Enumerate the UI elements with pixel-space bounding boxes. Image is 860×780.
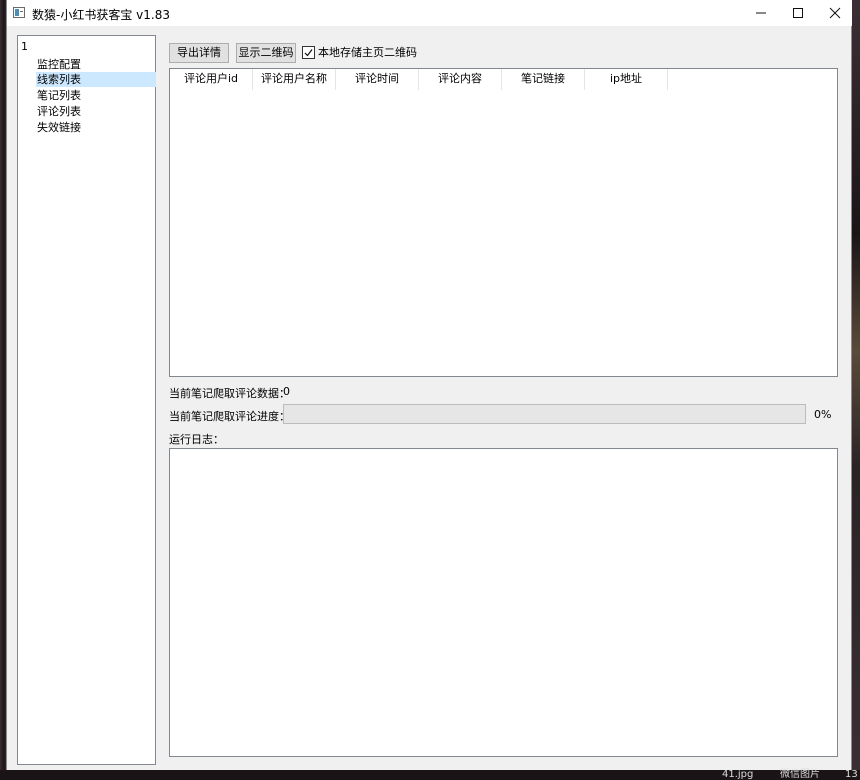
desktop-background-strip <box>852 0 860 780</box>
leads-table[interactable]: 评论用户id 评论用户名称 评论时间 评论内容 笔记链接 ip地址 <box>169 68 838 377</box>
column-header-user-id[interactable]: 评论用户id <box>170 69 253 90</box>
run-log-textarea[interactable] <box>169 448 838 757</box>
show-qrcode-button[interactable]: 显示二维码 <box>236 43 296 63</box>
column-header-comment-time[interactable]: 评论时间 <box>336 69 419 90</box>
window-title: 数猿-小红书获客宝 v1.83 <box>32 8 170 22</box>
nav-tree: 1 监控配置 线索列表 笔记列表 评论列表 失效链接 <box>17 35 156 765</box>
column-header-comment-content[interactable]: 评论内容 <box>419 69 502 90</box>
checkbox-label: 本地存储主页二维码 <box>318 46 417 59</box>
progress-bar <box>283 404 806 424</box>
taskbar-item-3[interactable]: 13 <box>845 770 858 780</box>
close-button[interactable] <box>816 0 854 26</box>
progress-percent: 0% <box>814 408 832 421</box>
tree-item-monitor-config[interactable]: 监控配置 <box>36 57 156 72</box>
checkbox-box[interactable] <box>302 46 315 59</box>
progress-label: 当前笔记爬取评论进度： <box>169 410 290 423</box>
tree-item-leads-list[interactable]: 线索列表 <box>36 72 156 87</box>
close-icon <box>829 7 841 19</box>
taskbar-item-1[interactable]: 41.jpg <box>722 770 753 780</box>
export-details-button[interactable]: 导出详情 <box>169 43 229 63</box>
tree-root-node[interactable]: 1 <box>21 40 28 53</box>
app-icon <box>13 7 25 18</box>
comment-count-value: 0 <box>283 385 290 398</box>
minimize-icon <box>756 12 766 14</box>
log-label: 运行日志： <box>169 433 224 446</box>
taskbar-peek: 41.jpg 微信图片 13 <box>0 770 860 780</box>
maximize-button[interactable] <box>779 0 817 26</box>
column-header-note-link[interactable]: 笔记链接 <box>502 69 585 90</box>
table-header: 评论用户id 评论用户名称 评论时间 评论内容 笔记链接 ip地址 <box>170 69 668 90</box>
tree-item-invalid-links[interactable]: 失效链接 <box>36 120 156 135</box>
checkmark-icon <box>304 49 313 57</box>
comment-count-label: 当前笔记爬取评论数据： <box>169 387 290 400</box>
app-window: 数猿-小红书获客宝 v1.83 1 监控配置 线索列表 笔记列表 评论列表 失效… <box>6 0 852 772</box>
column-header-user-name[interactable]: 评论用户名称 <box>253 69 336 90</box>
column-header-ip-address[interactable]: ip地址 <box>585 69 668 90</box>
tree-item-comments-list[interactable]: 评论列表 <box>36 104 156 119</box>
taskbar-item-2[interactable]: 微信图片 <box>780 770 820 780</box>
title-bar: 数猿-小红书获客宝 v1.83 <box>7 0 852 26</box>
maximize-icon <box>793 8 803 18</box>
minimize-button[interactable] <box>742 0 780 26</box>
tree-item-notes-list[interactable]: 笔记列表 <box>36 88 156 103</box>
